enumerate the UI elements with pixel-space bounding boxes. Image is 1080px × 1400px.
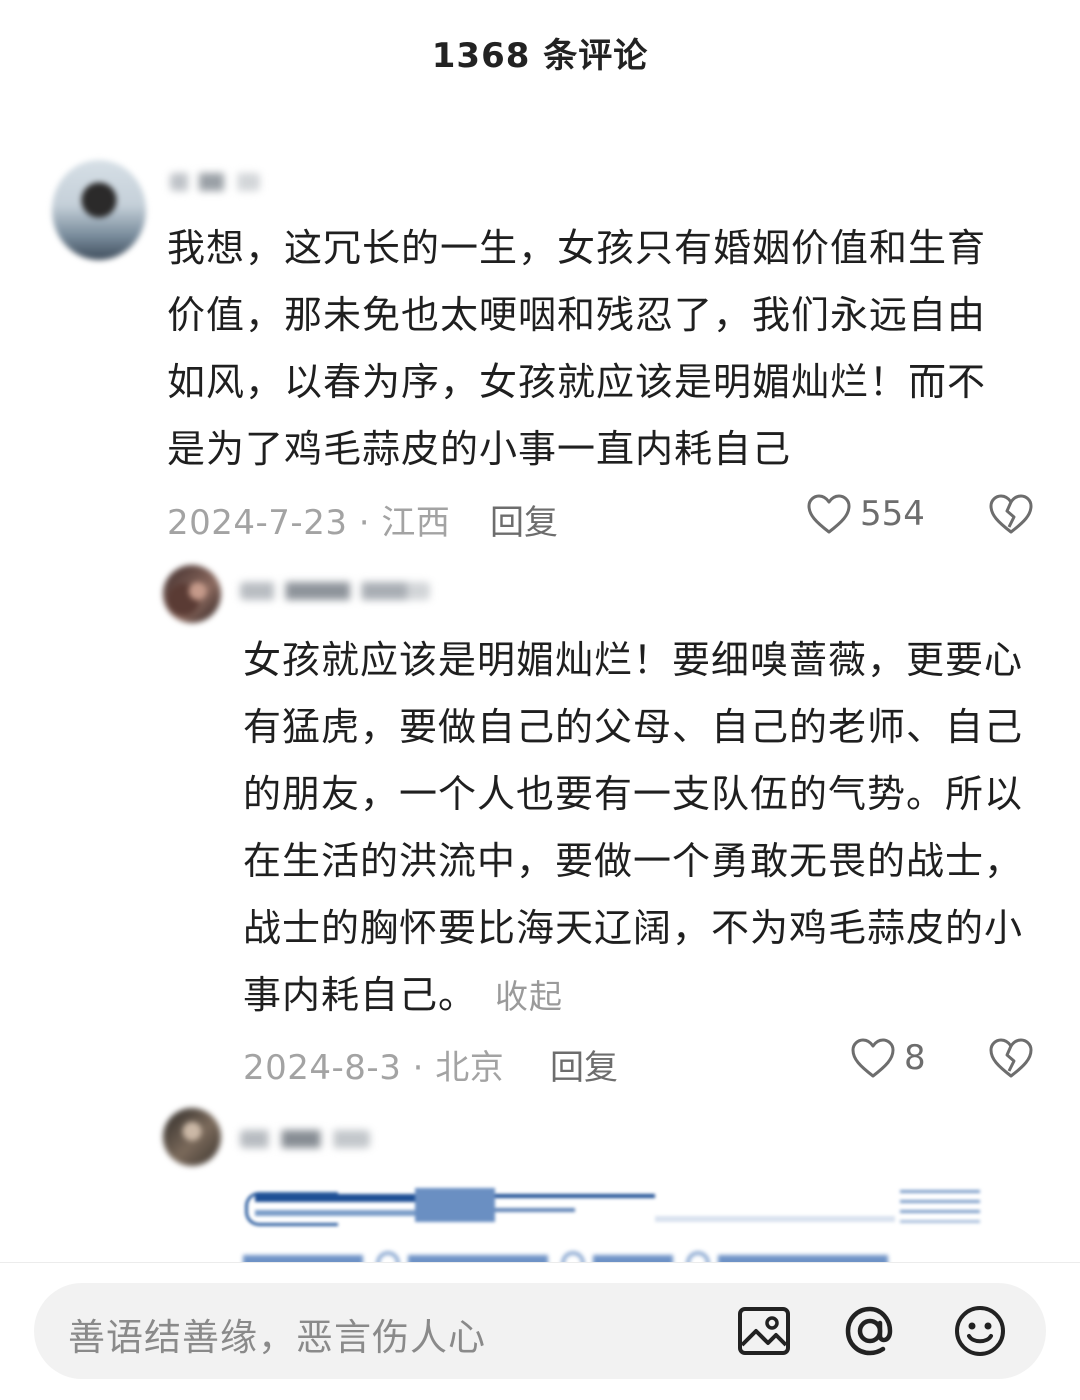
comment-location: 北京 (435, 1048, 505, 1088)
avatar[interactable] (163, 565, 221, 623)
emoji-icon[interactable] (950, 1301, 1010, 1361)
like-count: 554 (860, 494, 925, 534)
comment-date: 2024-7-23 (167, 503, 348, 543)
image-icon[interactable] (734, 1301, 794, 1361)
comment-date: 2024-8-3 (243, 1048, 402, 1088)
blurred-comment-content (245, 1188, 985, 1226)
heart-outline-icon (851, 1038, 895, 1078)
broken-heart-icon[interactable] (988, 1037, 1034, 1079)
comment-text: 我想，这冗长的一生，女孩只有婚姻价值和生育价值，那未免也太哽咽和残忍了，我们永远… (167, 226, 987, 471)
comment-count-title: 1368 条评论 (431, 36, 649, 76)
comment-panel: 1368 条评论 我想，这冗长的一生，女孩只有婚姻价值和生育价值，那未免也太哽咽… (0, 0, 1080, 1400)
broken-heart-icon[interactable] (988, 493, 1034, 535)
reply-button[interactable]: 回复 (490, 495, 558, 544)
username-blurred[interactable] (240, 1130, 370, 1148)
comment-input[interactable]: 善语结善缘，恶言伤人心 (34, 1283, 1046, 1379)
username-blurred[interactable] (240, 582, 430, 600)
like-button[interactable]: 8 (850, 1037, 926, 1079)
avatar[interactable] (163, 1108, 221, 1166)
comment-location: 江西 (381, 503, 451, 543)
at-icon[interactable] (840, 1301, 900, 1361)
reply-comment-body: 女孩就应该是明媚灿烂！要细嗅蔷薇，更要心有猛虎，要做自己的父母、自己的老师、自己… (243, 638, 1024, 1017)
collapse-link[interactable]: 收起 (495, 977, 563, 1016)
comment-meta: 2024-7-23 · 江西 (167, 503, 451, 543)
reply-button[interactable]: 回复 (550, 1040, 618, 1089)
avatar[interactable] (52, 160, 146, 260)
like-count: 8 (904, 1038, 926, 1078)
username-blurred[interactable] (170, 173, 260, 191)
reply-comment-text: 女孩就应该是明媚灿烂！要细嗅蔷薇，更要心有猛虎，要做自己的父母、自己的老师、自己… (243, 627, 1043, 1030)
like-button[interactable]: 554 (806, 493, 925, 535)
heart-outline-icon (807, 494, 851, 534)
input-placeholder: 善语结善缘，恶言伤人心 (68, 1316, 486, 1359)
comment-meta: 2024-8-3 · 北京 (243, 1048, 505, 1088)
comment-input-bar: 善语结善缘，恶言伤人心 (0, 1262, 1080, 1400)
